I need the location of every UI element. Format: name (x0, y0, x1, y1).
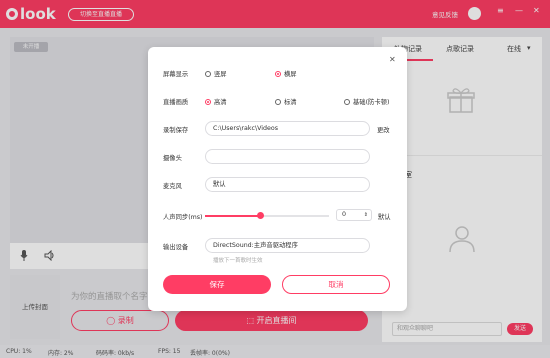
radio-circle (344, 99, 350, 105)
radio-portrait[interactable]: 竖屏 (205, 69, 227, 78)
radio-circle (205, 99, 211, 105)
camera-label: 摄像头 (163, 155, 182, 162)
sync-label: 人声同步(ms) (163, 214, 203, 221)
sync-value-stepper[interactable]: 0 ⇕ (336, 209, 372, 221)
save-path-field[interactable]: C:\Users\rakc\Videos (205, 121, 370, 136)
output-label: 输出设备 (163, 244, 189, 251)
cancel-button[interactable]: 取消 (282, 275, 390, 294)
radio-circle (205, 71, 211, 77)
radio-basic[interactable]: 基础(防卡顿) (344, 97, 389, 106)
radio-sd[interactable]: 标清 (275, 97, 297, 106)
save-button[interactable]: 保存 (163, 275, 271, 294)
stepper-arrows-icon[interactable]: ⇕ (364, 210, 368, 220)
output-select[interactable]: DirectSound:主声音驱动程序 (205, 238, 370, 253)
radio-landscape[interactable]: 横屏 (275, 69, 297, 78)
change-path-link[interactable]: 更改 (377, 125, 390, 134)
output-hint: 播放下一首歌时生效 (213, 258, 263, 264)
radio-label: 竖屏 (214, 71, 227, 78)
save-path-label: 录制保存 (163, 127, 189, 134)
radio-circle (275, 71, 281, 77)
radio-label: 标清 (284, 99, 297, 106)
mic-label: 麦克风 (163, 183, 182, 190)
camera-select[interactable] (205, 149, 370, 164)
close-icon[interactable]: ✕ (389, 55, 396, 64)
mic-select[interactable]: 默认 (205, 177, 370, 192)
radio-circle (275, 99, 281, 105)
radio-hd[interactable]: 高清 (205, 97, 227, 106)
sync-slider-fill (205, 215, 261, 217)
screen-label: 屏幕显示 (163, 71, 189, 78)
sync-default-link[interactable]: 默认 (378, 212, 391, 221)
radio-label: 基础(防卡顿) (353, 99, 390, 106)
radio-label: 高清 (214, 99, 227, 106)
stepper-value: 0 (342, 211, 347, 218)
quality-label: 直播画质 (163, 99, 189, 106)
radio-label: 横屏 (284, 71, 297, 78)
